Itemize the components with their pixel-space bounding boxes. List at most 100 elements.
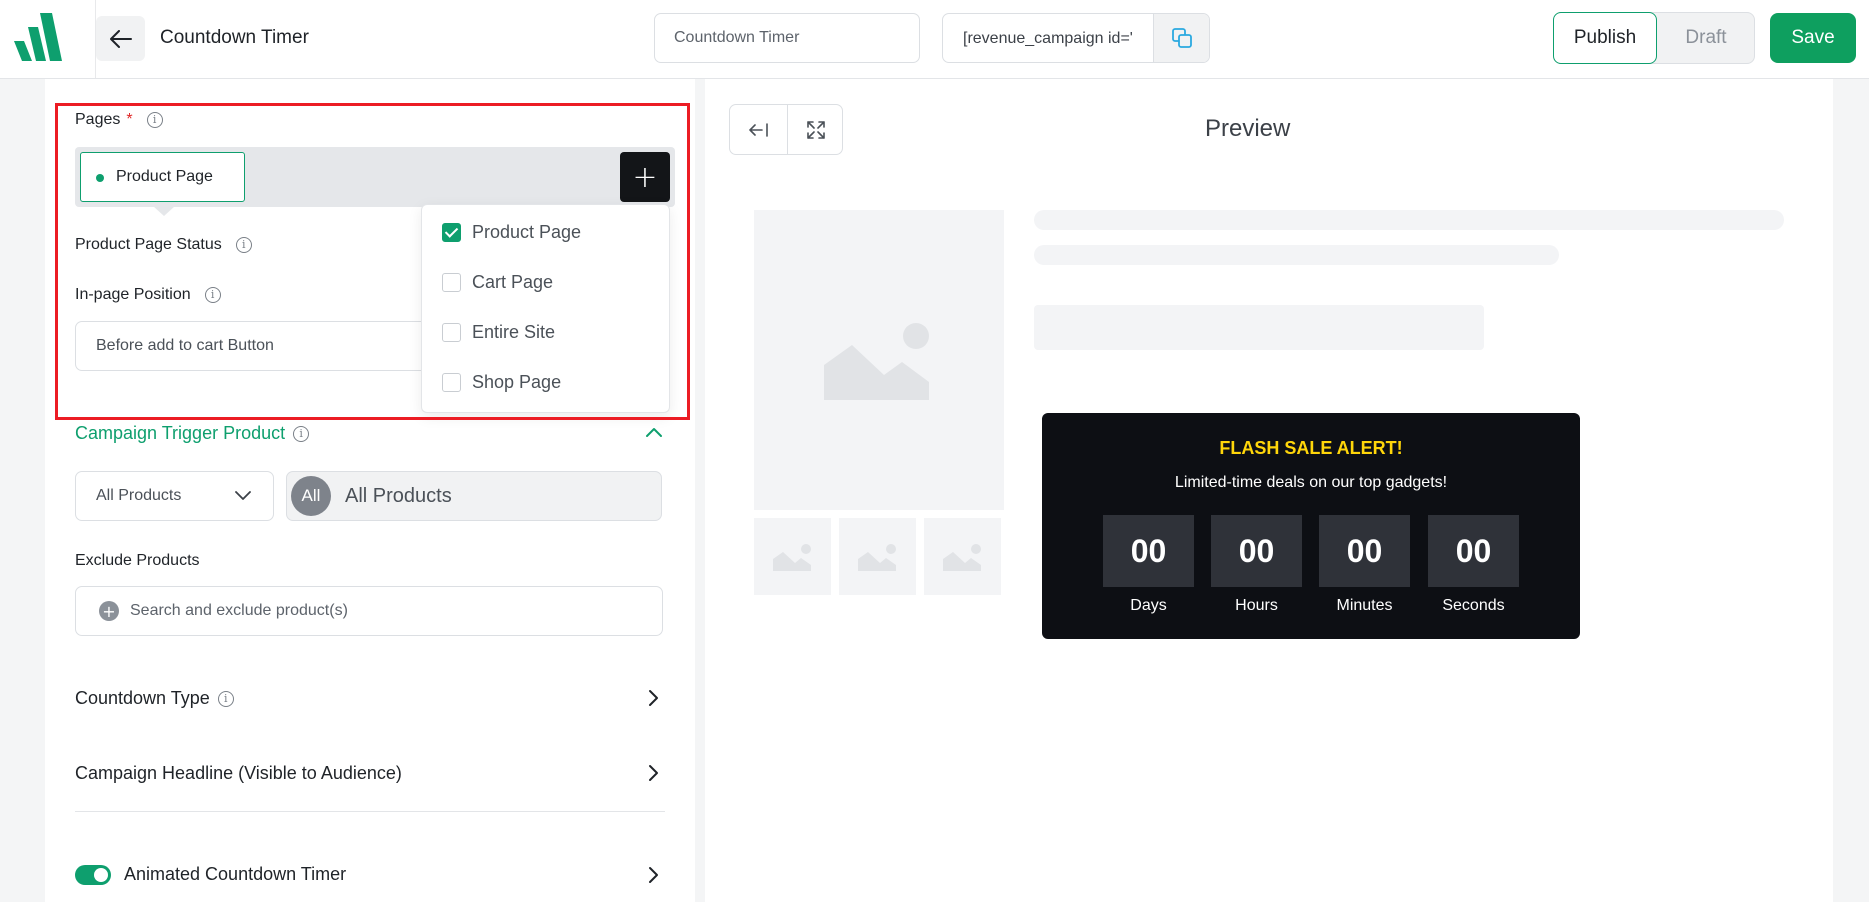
checkbox[interactable] <box>442 322 461 342</box>
animated-timer-row[interactable]: Animated Countdown Timer <box>124 864 346 885</box>
publish-status-toggle: Publish Draft <box>1553 12 1755 64</box>
page-chip-label: Product Page <box>116 168 213 185</box>
timer-label: Seconds <box>1442 597 1505 614</box>
image-icon <box>824 323 929 400</box>
add-circle-icon: + <box>99 601 119 621</box>
pages-label: Pages * i <box>75 111 163 129</box>
chevron-down-icon <box>235 491 251 500</box>
option-label: Entire Site <box>472 321 556 342</box>
chevron-right-icon[interactable] <box>648 689 660 707</box>
chevron-right-icon[interactable] <box>648 764 660 782</box>
timer-label: Hours <box>1235 597 1278 614</box>
exclude-placeholder: Search and exclude product(s) <box>130 602 348 619</box>
collapse-left-icon <box>748 122 768 137</box>
divider <box>75 811 665 812</box>
collapse-panel-button[interactable] <box>730 105 787 154</box>
status-label-text: Product Page Status <box>75 236 222 253</box>
toggle-knob <box>94 868 108 882</box>
expand-icon <box>807 120 825 139</box>
chevron-up-icon[interactable] <box>645 426 663 438</box>
info-icon[interactable]: i <box>217 690 234 707</box>
dropdown-option-shop-page[interactable]: Shop Page <box>442 369 561 395</box>
brand-logo[interactable] <box>0 0 96 78</box>
countdown-type-label: Countdown Type <box>75 688 210 708</box>
logo-icon <box>14 13 62 61</box>
timer-headline: FLASH SALE ALERT! <box>1219 438 1403 458</box>
draft-button[interactable]: Draft <box>1658 13 1754 63</box>
checkbox[interactable] <box>442 372 461 392</box>
publish-button[interactable]: Publish <box>1553 12 1657 64</box>
chevron-right-icon[interactable] <box>648 866 660 884</box>
trigger-selected-text: All Products <box>345 484 452 507</box>
exclude-products-input[interactable]: + Search and exclude product(s) <box>75 586 663 636</box>
skeleton-line <box>1034 245 1559 265</box>
chip-pointer <box>153 206 175 216</box>
dropdown-option-product-page[interactable]: Product Page <box>442 219 581 245</box>
image-icon <box>858 544 896 571</box>
thumbnail-placeholder <box>754 518 831 595</box>
position-label-text: In-page Position <box>75 286 191 303</box>
exclude-products-label: Exclude Products <box>75 552 200 570</box>
timer-value: 00 <box>1211 515 1302 587</box>
timer-unit-hours: 00 Hours <box>1211 515 1302 615</box>
timer-value: 00 <box>1103 515 1194 587</box>
info-icon[interactable]: i <box>235 237 252 253</box>
timer-unit-days: 00 Days <box>1103 515 1194 615</box>
thumbnail-placeholder <box>839 518 916 595</box>
preview-title: Preview <box>1205 115 1291 142</box>
save-button[interactable]: Save <box>1770 13 1856 63</box>
copy-icon <box>1171 28 1192 48</box>
animated-timer-label: Animated Countdown Timer <box>124 864 347 884</box>
skeleton-line <box>1034 210 1784 230</box>
add-page-button[interactable]: + <box>620 152 670 202</box>
preview-toolbar <box>729 104 843 155</box>
info-icon[interactable]: i <box>293 425 310 442</box>
plus-icon: + <box>632 159 658 195</box>
campaign-name-input[interactable]: Countdown Timer <box>654 13 920 63</box>
countdown-timer-preview: FLASH SALE ALERT! Limited-time deals on … <box>1042 413 1580 639</box>
info-icon[interactable]: i <box>204 287 221 303</box>
active-dot-icon <box>96 174 104 182</box>
fullscreen-button[interactable] <box>787 105 842 154</box>
option-label: Shop Page <box>472 371 562 392</box>
in-page-position-select[interactable]: Before add to cart Button <box>75 321 475 371</box>
dropdown-option-cart-page[interactable]: Cart Page <box>442 269 553 295</box>
shortcode-field[interactable]: [revenue_campaign id=' <box>942 13 1210 63</box>
timer-value: 00 <box>1428 515 1519 587</box>
timer-label: Minutes <box>1336 597 1393 614</box>
checkbox[interactable] <box>442 272 461 292</box>
campaign-trigger-header[interactable]: Campaign Trigger Product i <box>75 423 310 444</box>
trigger-select-value: All Products <box>96 487 182 504</box>
pages-dropdown: Product Page Cart Page Entire Site Shop … <box>421 204 670 413</box>
shortcode-text[interactable]: [revenue_campaign id=' <box>963 30 1133 48</box>
pages-selector[interactable]: Product Page <box>75 147 675 207</box>
campaign-headline-row[interactable]: Campaign Headline (Visible to Audience) <box>75 763 402 784</box>
all-badge: All <box>291 476 331 516</box>
trigger-type-select[interactable]: All Products <box>75 471 274 521</box>
trigger-products-field[interactable]: All All Products <box>286 471 662 521</box>
image-icon <box>773 544 811 571</box>
timer-value: 00 <box>1319 515 1410 587</box>
thumbnail-placeholder <box>924 518 1001 595</box>
countdown-type-row[interactable]: Countdown Type i <box>75 688 234 709</box>
timer-label: Days <box>1130 597 1167 614</box>
copy-shortcode-button[interactable] <box>1153 14 1209 62</box>
exclude-label-text: Exclude Products <box>75 552 200 569</box>
campaign-headline-label: Campaign Headline (Visible to Audience) <box>75 763 402 783</box>
timer-unit-seconds: 00 Seconds <box>1428 515 1519 615</box>
animated-timer-toggle[interactable] <box>75 865 111 885</box>
page-chip[interactable]: Product Page <box>80 152 245 202</box>
back-button[interactable] <box>96 16 145 61</box>
dropdown-option-entire-site[interactable]: Entire Site <box>442 319 555 345</box>
required-mark: * <box>126 111 133 128</box>
info-icon[interactable]: i <box>146 112 163 128</box>
timer-unit-minutes: 00 Minutes <box>1319 515 1410 615</box>
image-icon <box>943 544 981 571</box>
option-label: Cart Page <box>472 271 554 292</box>
trigger-title: Campaign Trigger Product <box>75 423 286 443</box>
checkbox-checked[interactable] <box>442 222 461 242</box>
product-page-status-label: Product Page Status i <box>75 236 252 254</box>
skeleton-block <box>1034 305 1484 350</box>
option-label: Product Page <box>472 221 582 242</box>
in-page-position-label: In-page Position i <box>75 286 221 304</box>
